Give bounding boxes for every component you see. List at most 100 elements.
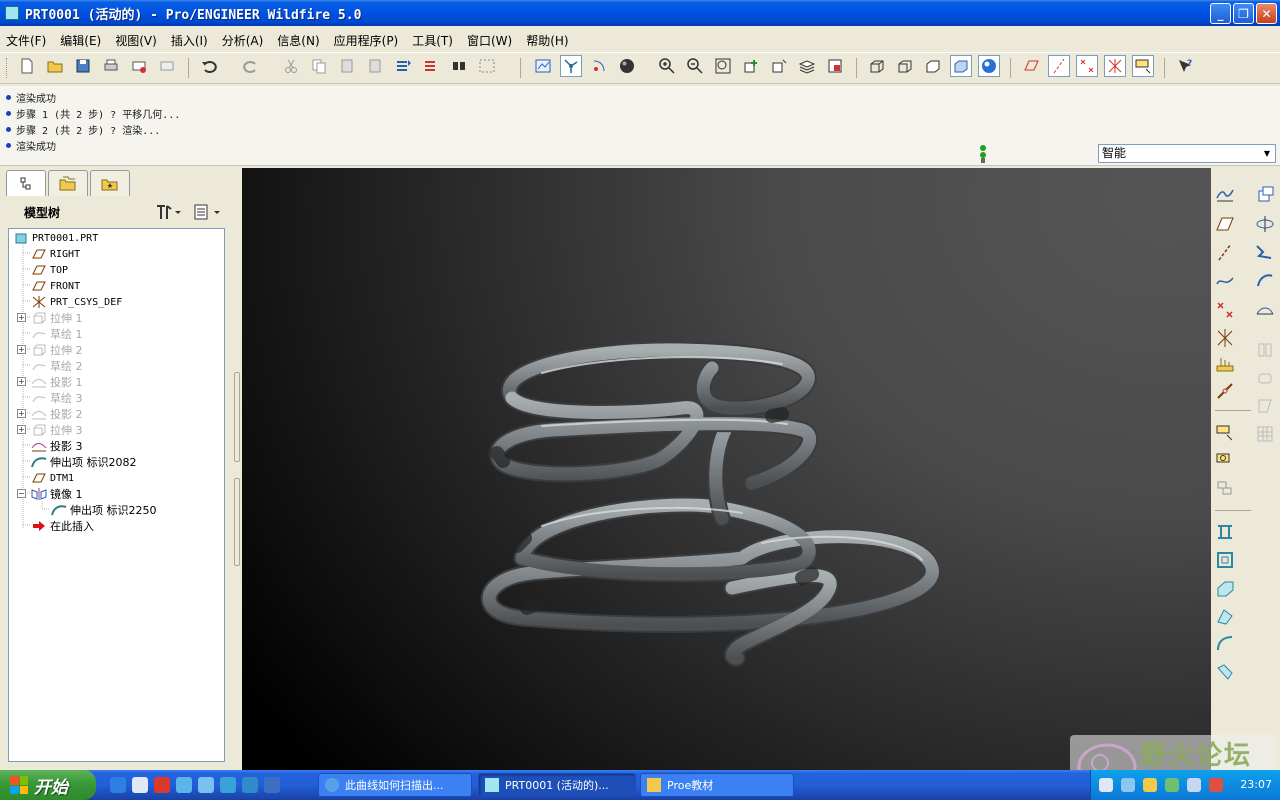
- tab-folder-browser[interactable]: [48, 170, 88, 196]
- send-link-icon[interactable]: [156, 55, 178, 77]
- hole-tool-icon[interactable]: [1253, 182, 1277, 206]
- draft-tool-icon[interactable]: [1253, 394, 1277, 418]
- tray-icon[interactable]: [1187, 778, 1201, 792]
- sketch-tool-icon[interactable]: [1213, 182, 1237, 206]
- shell-tool-icon[interactable]: [1253, 338, 1277, 362]
- box-select-icon[interactable]: [476, 55, 498, 77]
- model-tree[interactable]: PRT0001.PRT RIGHT TOP FRONT PRT_CSYS_DEF…: [8, 228, 225, 762]
- quick-launch-icon[interactable]: [264, 777, 280, 793]
- merge-tool-icon[interactable]: [1213, 604, 1237, 628]
- orient-mode-icon[interactable]: [588, 55, 610, 77]
- include-feature-icon[interactable]: [1213, 448, 1237, 472]
- tree-item-right[interactable]: RIGHT: [31, 246, 80, 262]
- pattern-tool-icon[interactable]: [1253, 422, 1277, 446]
- rib-tool-icon[interactable]: [1253, 366, 1277, 390]
- new-file-icon[interactable]: [16, 55, 38, 77]
- tray-icon[interactable]: [1143, 778, 1157, 792]
- tray-icon[interactable]: [1209, 778, 1223, 792]
- save-icon[interactable]: [72, 55, 94, 77]
- revolve-tool-icon[interactable]: [1253, 212, 1277, 236]
- tree-item-extrude-2[interactable]: 拉伸 2: [31, 342, 83, 358]
- tree-item-insert-here[interactable]: 在此插入: [31, 518, 94, 534]
- tree-item-mirror-1[interactable]: 镜像 1: [31, 486, 83, 502]
- datum-curve-tool-icon[interactable]: [1213, 268, 1237, 292]
- menu-view[interactable]: 视图(V): [115, 32, 157, 49]
- taskbar-item-folder[interactable]: Proe教材: [640, 773, 794, 797]
- panel-splitter-handle[interactable]: [234, 478, 240, 566]
- tree-item-projection-3[interactable]: 投影 3: [31, 438, 83, 454]
- tree-item-protrusion-2250[interactable]: 伸出项 标识2250: [51, 502, 157, 518]
- shrinkwrap-icon[interactable]: [1213, 476, 1237, 500]
- analysis-feature-icon[interactable]: [1213, 352, 1237, 376]
- chamfer-tool-icon[interactable]: [1213, 660, 1237, 684]
- thicken-tool-icon[interactable]: [1213, 548, 1237, 572]
- expand-toggle[interactable]: +: [17, 313, 26, 322]
- tree-item-extrude-1[interactable]: 拉伸 1: [31, 310, 83, 326]
- quick-launch-icon[interactable]: [242, 777, 258, 793]
- menu-file[interactable]: 文件(F): [6, 32, 46, 49]
- clock[interactable]: 23:07: [1240, 778, 1272, 791]
- enhanced-realism-icon[interactable]: [978, 55, 1000, 77]
- taskbar-item-browser[interactable]: 此曲线如何扫描出...: [318, 773, 472, 797]
- redo-icon[interactable]: [240, 55, 262, 77]
- spin-center-icon[interactable]: [560, 55, 582, 77]
- menu-tools[interactable]: 工具(T): [412, 32, 453, 49]
- open-folder-icon[interactable]: [44, 55, 66, 77]
- tree-item-top[interactable]: TOP: [31, 262, 68, 278]
- undo-icon[interactable]: [198, 55, 220, 77]
- sweep-tool-icon[interactable]: [1253, 240, 1277, 264]
- tree-item-projection-2[interactable]: 投影 2: [31, 406, 83, 422]
- layers-icon[interactable]: [796, 55, 818, 77]
- quick-launch-icon[interactable]: [220, 777, 236, 793]
- tree-item-sketch-3[interactable]: 草绘 3: [31, 390, 83, 406]
- blend-tool-icon[interactable]: [1253, 268, 1277, 292]
- boundary-blend-tool-icon[interactable]: [1253, 298, 1277, 322]
- tree-show-button[interactable]: [192, 202, 222, 222]
- tray-icon[interactable]: [1121, 778, 1135, 792]
- csys-tool-icon[interactable]: [1213, 326, 1237, 350]
- datum-point-display-icon[interactable]: [1076, 55, 1098, 77]
- tree-item-projection-1[interactable]: 投影 1: [31, 374, 83, 390]
- tree-item-front[interactable]: FRONT: [31, 278, 80, 294]
- tray-icon[interactable]: [1165, 778, 1179, 792]
- zoom-out-icon[interactable]: [684, 55, 706, 77]
- no-hidden-icon[interactable]: [922, 55, 944, 77]
- panel-splitter-handle[interactable]: [234, 372, 240, 462]
- saved-views-icon[interactable]: [768, 55, 790, 77]
- tree-settings-button[interactable]: [154, 202, 182, 222]
- taskbar-item-proe[interactable]: PRT0001 (活动的)...: [478, 773, 636, 797]
- cut-icon[interactable]: [280, 55, 302, 77]
- annotation-feature-icon[interactable]: [1213, 420, 1237, 444]
- menu-insert[interactable]: 插入(I): [171, 32, 208, 49]
- tree-item-protrusion-2082[interactable]: 伸出项 标识2082: [31, 454, 137, 470]
- offset-tool-icon[interactable]: [1213, 576, 1237, 600]
- collapse-toggle[interactable]: −: [17, 489, 26, 498]
- scene-sphere-icon[interactable]: [616, 55, 638, 77]
- csys-display-icon[interactable]: [1104, 55, 1126, 77]
- tree-item-extrude-3[interactable]: 拉伸 3: [31, 422, 83, 438]
- extrude-tool-icon[interactable]: [1213, 520, 1237, 544]
- quick-launch-icon[interactable]: [176, 777, 192, 793]
- menu-analysis[interactable]: 分析(A): [222, 32, 264, 49]
- quick-launch-icon[interactable]: [198, 777, 214, 793]
- datum-point-tool-icon[interactable]: [1213, 298, 1237, 322]
- title-bar[interactable]: PRT0001 (活动的) - Pro/ENGINEER Wildfire 5.…: [0, 0, 1280, 26]
- expand-toggle[interactable]: +: [17, 345, 26, 354]
- menu-window[interactable]: 窗口(W): [467, 32, 512, 49]
- tree-item-sketch-1[interactable]: 草绘 1: [31, 326, 83, 342]
- reorient-icon[interactable]: [740, 55, 762, 77]
- paste-icon[interactable]: [336, 55, 358, 77]
- tab-model-tree[interactable]: [6, 170, 46, 196]
- tab-favorites[interactable]: [90, 170, 130, 196]
- regenerate-icon[interactable]: [392, 55, 414, 77]
- ie-browser-icon[interactable]: [110, 777, 126, 793]
- annotation-display-icon[interactable]: [1132, 55, 1154, 77]
- shading-icon[interactable]: [950, 55, 972, 77]
- expand-toggle[interactable]: +: [17, 377, 26, 386]
- find-icon[interactable]: [448, 55, 470, 77]
- datum-plane-display-icon[interactable]: [1020, 55, 1042, 77]
- tree-item-csys[interactable]: PRT_CSYS_DEF: [31, 294, 122, 310]
- menu-edit[interactable]: 编辑(E): [60, 32, 101, 49]
- datum-axis-tool-icon[interactable]: [1213, 240, 1237, 264]
- context-help-icon[interactable]: ?: [1174, 55, 1196, 77]
